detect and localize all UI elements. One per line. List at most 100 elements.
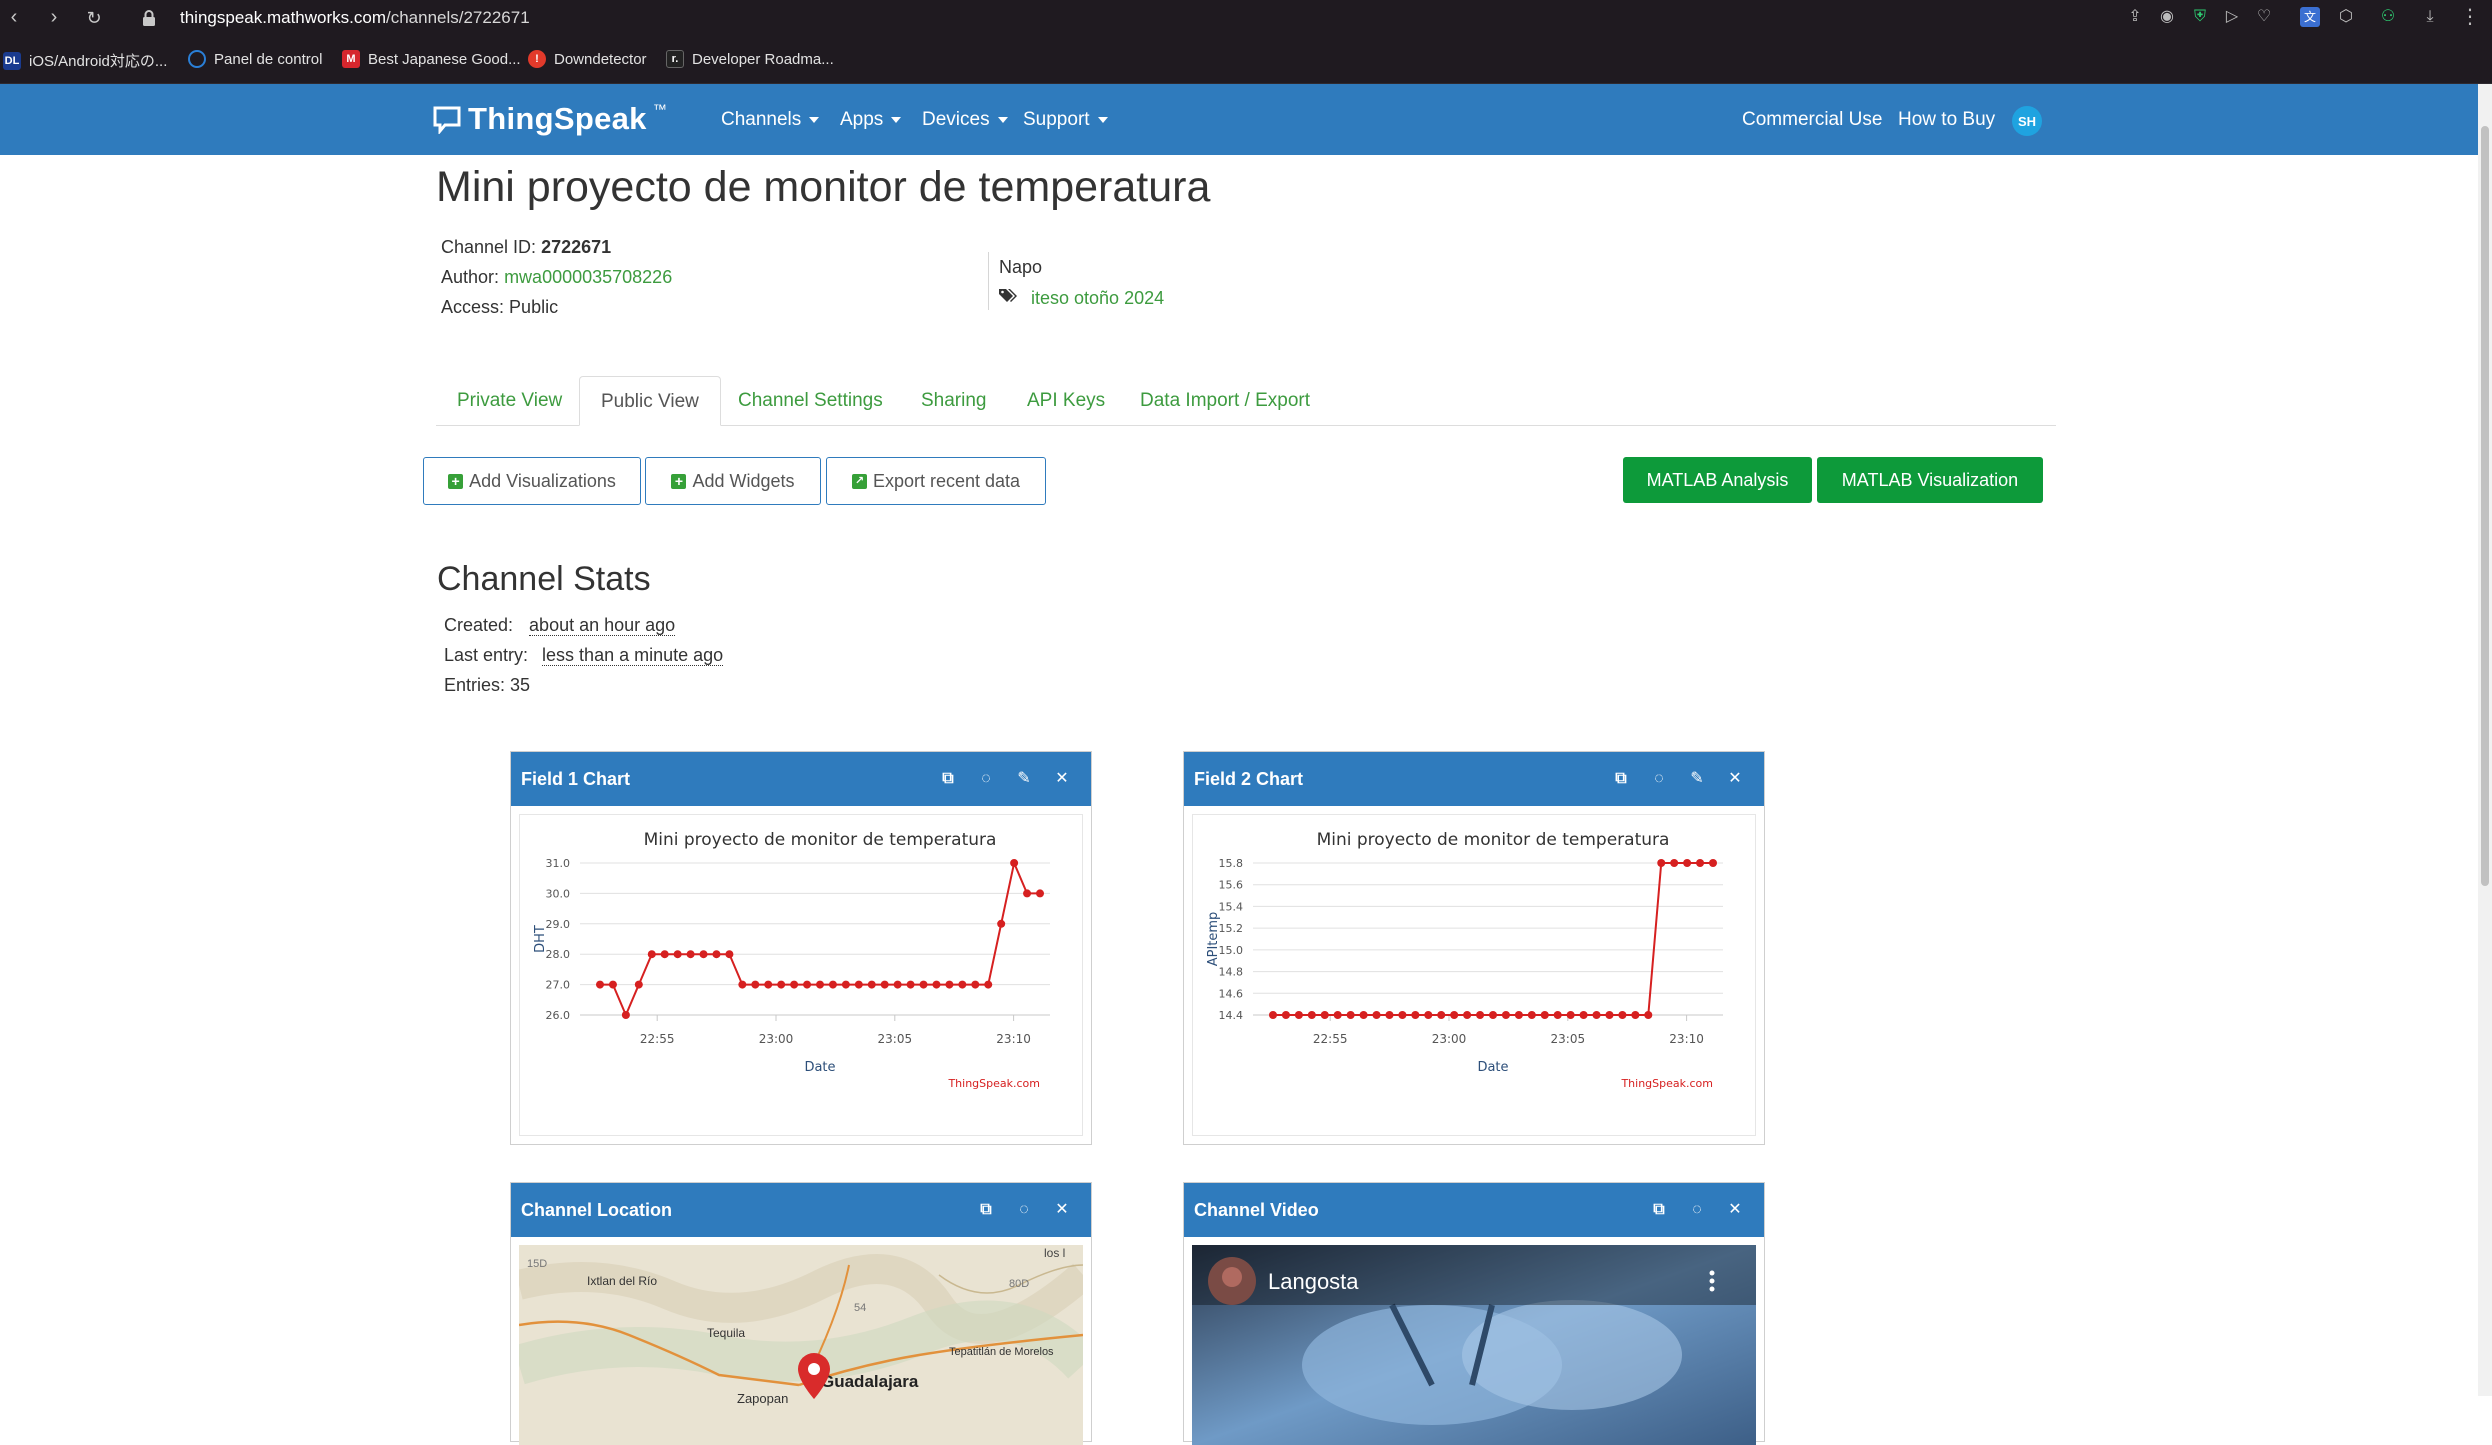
pencil-icon[interactable]: ✎ xyxy=(1688,770,1706,788)
bookmark-item[interactable]: DL iOS/Android対応の... xyxy=(3,50,167,71)
widget-header: Field 1 Chart ⧉ ◌ ✎ ✕ xyxy=(511,752,1091,806)
external-link-icon[interactable]: ⧉ xyxy=(1612,770,1630,788)
channel-id-row: Channel ID: 2722671 xyxy=(441,237,611,258)
comment-icon[interactable]: ◌ xyxy=(977,770,995,788)
more-options-icon[interactable] xyxy=(1709,1270,1715,1292)
data-point xyxy=(919,980,928,989)
close-icon[interactable]: ✕ xyxy=(1053,770,1071,788)
download-icon[interactable]: ⤓ xyxy=(2420,7,2440,27)
author-label: Author: xyxy=(441,267,500,287)
screenshot-icon[interactable]: ◉ xyxy=(2157,7,2177,27)
meta-divider xyxy=(988,252,989,310)
entries-value: 35 xyxy=(510,675,531,695)
data-point xyxy=(1489,1011,1497,1019)
close-icon[interactable]: ✕ xyxy=(1726,1201,1744,1219)
nav-support[interactable]: Support xyxy=(1023,109,1108,131)
chart-title: Mini proyecto de monitor de temperatura xyxy=(644,830,997,850)
tab-channel-settings[interactable]: Channel Settings xyxy=(717,376,904,426)
tab-api-keys[interactable]: API Keys xyxy=(1006,376,1126,426)
heart-icon[interactable]: ♡ xyxy=(2254,7,2274,27)
comment-icon[interactable]: ◌ xyxy=(1688,1201,1706,1219)
bookmark-item[interactable]: M Best Japanese Good... xyxy=(342,50,521,68)
y-tick-label: 29.0 xyxy=(546,918,571,931)
data-point xyxy=(1269,1011,1277,1019)
matlab-visualization-button[interactable]: MATLAB Visualization xyxy=(1817,457,2043,503)
bookmark-item[interactable]: r. Developer Roadma... xyxy=(666,50,834,68)
back-icon[interactable]: ‹ xyxy=(2,6,26,29)
tab-private-view[interactable]: Private View xyxy=(436,376,583,426)
video-player[interactable]: Langosta xyxy=(1192,1245,1756,1445)
map-label: los l xyxy=(1044,1246,1065,1260)
data-point xyxy=(608,980,617,989)
external-link-icon[interactable]: ⧉ xyxy=(939,770,957,788)
data-point xyxy=(984,980,993,989)
external-link-icon[interactable]: ⧉ xyxy=(977,1201,995,1219)
comment-icon[interactable]: ◌ xyxy=(1015,1201,1033,1219)
data-point xyxy=(1670,859,1679,867)
scrollbar-thumb[interactable] xyxy=(2481,126,2489,886)
user-avatar[interactable]: SH xyxy=(2012,106,2042,136)
data-point xyxy=(1450,1011,1459,1019)
translate-icon[interactable]: 文 xyxy=(2300,7,2320,27)
access-value: Public xyxy=(509,297,559,317)
y-tick-label: 14.6 xyxy=(1219,987,1244,1000)
bookmark-item[interactable]: ! Downdetector xyxy=(528,50,647,68)
data-point xyxy=(828,980,837,989)
x-tick-label: 23:00 xyxy=(1432,1032,1467,1046)
video-title[interactable]: Langosta xyxy=(1268,1269,1359,1294)
bookmark-item[interactable]: Panel de control xyxy=(188,50,322,68)
data-point xyxy=(1592,1011,1601,1019)
map-canvas[interactable]: 15D 80D 54 los l Ixtlan del Río Tequila … xyxy=(519,1245,1083,1445)
address-bar[interactable]: thingspeak.mathworks.com/channels/272267… xyxy=(180,8,530,28)
pencil-icon[interactable]: ✎ xyxy=(1015,770,1033,788)
profile-icon[interactable]: ⚇ xyxy=(2378,7,2398,27)
data-point xyxy=(1333,1011,1342,1019)
widget-header: Channel Video ⧉ ◌ ✕ xyxy=(1184,1183,1764,1237)
data-point xyxy=(660,950,669,959)
data-point xyxy=(1307,1011,1316,1019)
nav-devices[interactable]: Devices xyxy=(922,109,1008,131)
nav-channels[interactable]: Channels xyxy=(721,109,820,131)
forward-icon[interactable]: › xyxy=(42,6,66,29)
add-widgets-button[interactable]: + Add Widgets xyxy=(645,457,821,505)
nav-label: Support xyxy=(1023,109,1090,130)
chat-bubble-icon xyxy=(433,106,461,134)
comment-icon[interactable]: ◌ xyxy=(1650,770,1668,788)
bookmark-label: iOS/Android対応の... xyxy=(29,53,168,70)
how-to-buy-link[interactable]: How to Buy xyxy=(1898,109,1995,131)
map-label: 15D xyxy=(527,1258,547,1270)
close-icon[interactable]: ✕ xyxy=(1726,770,1744,788)
send-icon[interactable]: ▷ xyxy=(2222,7,2242,27)
matlab-analysis-button[interactable]: MATLAB Analysis xyxy=(1623,457,1812,503)
share-icon[interactable]: ⇪ xyxy=(2125,7,2145,27)
tab-data-import-export[interactable]: Data Import / Export xyxy=(1119,376,1331,426)
caret-down-icon xyxy=(1097,117,1108,123)
add-visualizations-button[interactable]: + Add Visualizations xyxy=(423,457,641,505)
browser-toolbar: ‹ › ↻ thingspeak.mathworks.com/channels/… xyxy=(0,0,2492,38)
menu-icon[interactable]: ⋮ xyxy=(2460,7,2480,27)
external-link-icon[interactable]: ⧉ xyxy=(1650,1201,1668,1219)
page-title: Mini proyecto de monitor de temperatura xyxy=(436,163,1211,211)
tab-sharing[interactable]: Sharing xyxy=(900,376,1008,426)
data-point xyxy=(816,980,824,989)
author-link[interactable]: mwa0000035708226 xyxy=(504,267,672,287)
url-host: thingspeak.mathworks.com xyxy=(180,8,386,27)
cube-icon[interactable]: ⬡ xyxy=(2336,7,2356,27)
data-point xyxy=(751,980,760,989)
tab-public-view[interactable]: Public View xyxy=(579,376,721,426)
commercial-use-link[interactable]: Commercial Use xyxy=(1742,109,1882,131)
created-row: Created: about an hour ago xyxy=(444,615,676,636)
export-recent-data-button[interactable]: ↗ Export recent data xyxy=(826,457,1046,505)
widget-title: Channel Video xyxy=(1194,1200,1319,1220)
reload-icon[interactable]: ↻ xyxy=(82,8,106,29)
button-label: Add Widgets xyxy=(692,470,795,491)
caret-down-icon xyxy=(809,117,820,123)
tag-link[interactable]: iteso otoño 2024 xyxy=(1031,288,1164,308)
nav-apps[interactable]: Apps xyxy=(840,109,902,131)
nav-label: Apps xyxy=(840,109,884,130)
map[interactable]: 15D 80D 54 los l Ixtlan del Río Tequila … xyxy=(519,1245,1083,1445)
close-icon[interactable]: ✕ xyxy=(1053,1201,1071,1219)
shield-icon[interactable]: ⛨ xyxy=(2190,7,2210,27)
widget-header: Field 2 Chart ⧉ ◌ ✎ ✕ xyxy=(1184,752,1764,806)
thingspeak-logo[interactable]: ThingSpeak ™ xyxy=(432,101,667,137)
